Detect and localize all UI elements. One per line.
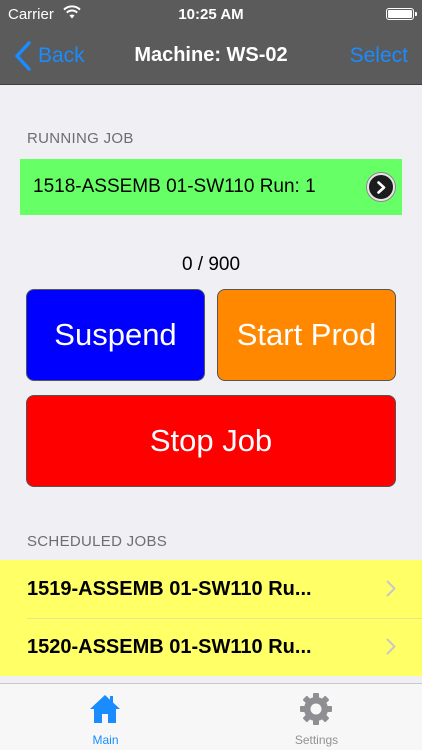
chevron-right-icon [377,181,386,194]
scheduled-jobs-list: 1519-ASSEMB 01-SW110 Ru... 1520-ASSEMB 0… [0,560,422,676]
status-bar: Carrier 10:25 AM [0,0,422,28]
tab-bar: Main Settings [0,683,422,750]
back-label: Back [38,44,85,67]
chevron-left-icon [15,41,31,71]
running-job-header: RUNNING JOB [27,130,134,147]
chevron-right-icon [386,580,396,597]
running-job-label: 1518-ASSEMB 01-SW110 Run: 1 [33,176,316,197]
tab-settings-label: Settings [294,733,339,747]
tab-settings[interactable]: Settings [211,684,422,750]
running-job-cell[interactable]: 1518-ASSEMB 01-SW110 Run: 1 [20,159,402,215]
tab-main-label: Main [92,733,119,747]
status-time: 10:25 AM [178,6,244,23]
select-button[interactable]: Select [350,44,408,68]
scheduled-jobs-header: SCHEDULED JOBS [27,533,168,550]
scheduled-job-item[interactable]: 1519-ASSEMB 01-SW110 Ru... [0,560,422,618]
start-prod-button[interactable]: Start Prod [217,289,396,381]
back-button[interactable]: Back [14,40,85,72]
chevron-right-icon [386,638,396,655]
production-counter: 0 / 900 [181,254,241,275]
scheduled-job-label: 1520-ASSEMB 01-SW110 Ru... [27,636,312,658]
detail-disclosure-icon[interactable] [367,173,395,201]
scheduled-job-item[interactable]: 1520-ASSEMB 01-SW110 Ru... [0,618,422,676]
home-icon [90,695,120,723]
stop-job-button[interactable]: Stop Job [26,395,396,487]
scheduled-job-label: 1519-ASSEMB 01-SW110 Ru... [27,578,312,600]
suspend-button[interactable]: Suspend [26,289,205,381]
gear-icon [300,693,332,725]
battery-icon [386,8,417,20]
tab-main[interactable]: Main [0,684,211,750]
navigation-bar: Back Machine: WS-02 Select [0,28,422,85]
